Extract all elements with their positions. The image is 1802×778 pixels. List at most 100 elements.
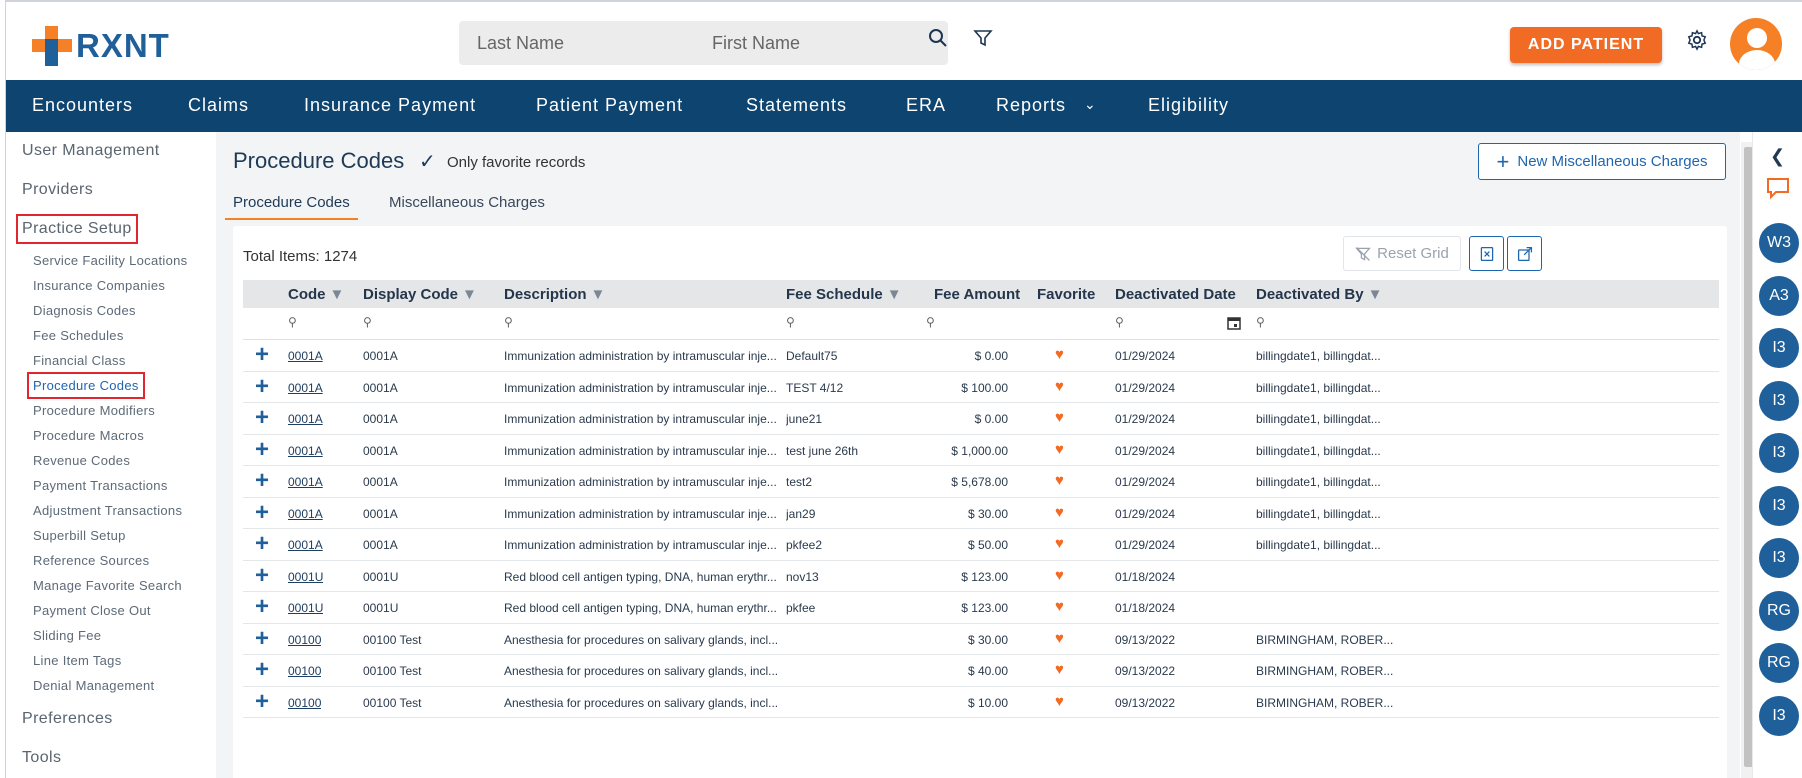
sidebar-user-management[interactable]: User Management xyxy=(22,142,160,160)
filter-search-icon[interactable]: ⚲ xyxy=(786,315,795,329)
heart-icon[interactable]: ♥ xyxy=(1055,472,1064,489)
heart-icon[interactable]: ♥ xyxy=(1055,630,1064,647)
sidebar-providers[interactable]: Providers xyxy=(22,181,93,199)
expand-row-icon[interactable]: + xyxy=(255,658,269,682)
user-avatar[interactable] xyxy=(1730,18,1782,70)
table-row[interactable]: +0001A 0001A Immunization administration b… xyxy=(243,529,1719,561)
rail-user-badge[interactable]: I3 xyxy=(1759,328,1799,368)
heart-icon[interactable]: ♥ xyxy=(1055,504,1064,521)
first-name-input[interactable] xyxy=(694,21,948,65)
sidebar-item-adjustment-transactions[interactable]: Adjustment Transactions xyxy=(33,503,182,518)
filter-search-icon[interactable]: ⚲ xyxy=(504,315,513,329)
sidebar-item-fee-schedules[interactable]: Fee Schedules xyxy=(33,328,124,343)
table-row[interactable]: +0001A 0001A Immunization administration b… xyxy=(243,372,1719,403)
rail-user-badge[interactable]: A3 xyxy=(1759,275,1799,316)
col-fee-amount[interactable]: Fee Amount xyxy=(934,286,1020,303)
add-patient-button[interactable]: ADD PATIENT xyxy=(1510,27,1662,63)
column-filter-icon[interactable]: ▼ xyxy=(887,286,902,303)
export-excel-button[interactable] xyxy=(1469,236,1504,271)
calendar-icon[interactable] xyxy=(1227,316,1241,333)
cell-code[interactable]: 0001A xyxy=(288,349,323,363)
column-filter-icon[interactable]: ▼ xyxy=(462,286,477,303)
col-favorite[interactable]: Favorite xyxy=(1037,286,1095,303)
table-row[interactable]: +00100 00100 Test Anesthesia for procedure… xyxy=(243,624,1719,655)
column-filter-icon[interactable]: ▼ xyxy=(1368,286,1383,303)
checkmark-icon[interactable]: ✓ xyxy=(419,149,436,174)
sidebar-tools[interactable]: Tools xyxy=(22,749,61,767)
heart-icon[interactable]: ♥ xyxy=(1055,661,1064,678)
sidebar-item-procedure-macros[interactable]: Procedure Macros xyxy=(33,428,144,443)
expand-row-icon[interactable]: + xyxy=(255,374,269,399)
rail-user-badge[interactable]: I3 xyxy=(1759,380,1799,421)
sidebar-item-insurance-companies[interactable]: Insurance Companies xyxy=(33,278,165,293)
heart-icon[interactable]: ♥ xyxy=(1055,378,1064,395)
chevron-left-icon[interactable]: ❮ xyxy=(1770,146,1785,167)
col-deactivated-by[interactable]: Deactivated By ▼ xyxy=(1256,286,1382,303)
sidebar-item-sliding-fee[interactable]: Sliding Fee xyxy=(33,628,101,643)
rail-user-badge[interactable]: I3 xyxy=(1759,433,1799,473)
filter-search-icon[interactable]: ⚲ xyxy=(1115,315,1124,329)
column-filter-icon[interactable]: ▼ xyxy=(591,286,606,303)
rail-user-badge[interactable]: W3 xyxy=(1759,223,1799,263)
rail-user-badge[interactable]: RG xyxy=(1759,590,1799,631)
column-filter-icon[interactable]: ▼ xyxy=(330,286,345,303)
col-display-code[interactable]: Display Code ▼ xyxy=(363,286,477,303)
nav-eligibility[interactable]: Eligibility xyxy=(1148,95,1229,116)
table-row[interactable]: +0001A 0001A Immunization administration b… xyxy=(243,466,1719,498)
new-miscellaneous-charges-button[interactable]: + New Miscellaneous Charges xyxy=(1478,143,1726,180)
nav-era[interactable]: ERA xyxy=(906,95,946,116)
nav-reports[interactable]: Reports xyxy=(996,95,1066,116)
nav-patient-payment[interactable]: Patient Payment xyxy=(536,95,683,116)
gear-icon[interactable] xyxy=(1684,27,1710,53)
cell-code[interactable]: 0001U xyxy=(288,570,323,584)
heart-icon[interactable]: ♥ xyxy=(1055,598,1064,615)
rail-user-badge[interactable]: I3 xyxy=(1759,695,1799,736)
sidebar-item-payment-transactions[interactable]: Payment Transactions xyxy=(33,478,168,493)
cell-code[interactable]: 00100 xyxy=(288,696,321,710)
heart-icon[interactable]: ♥ xyxy=(1055,441,1064,458)
heart-icon[interactable]: ♥ xyxy=(1055,346,1064,363)
table-row[interactable]: +0001U 0001U Red blood cell antigen typing… xyxy=(243,592,1719,624)
sidebar-item-payment-close-out[interactable]: Payment Close Out xyxy=(33,603,151,618)
expand-row-icon[interactable]: + xyxy=(255,500,269,525)
col-description[interactable]: Description ▼ xyxy=(504,286,605,303)
nav-claims[interactable]: Claims xyxy=(188,95,249,116)
rxnt-logo[interactable]: RXNT xyxy=(32,24,192,68)
sidebar-item-procedure-codes[interactable]: Procedure Codes xyxy=(27,372,145,399)
cell-code[interactable]: 0001A xyxy=(288,538,323,552)
tab-miscellaneous-charges[interactable]: Miscellaneous Charges xyxy=(389,194,545,218)
table-row[interactable]: +00100 00100 Test Anesthesia for procedure… xyxy=(243,687,1719,718)
sidebar-item-manage-favorite-search[interactable]: Manage Favorite Search xyxy=(33,578,182,593)
chat-icon[interactable] xyxy=(1765,176,1791,207)
filter-search-icon[interactable]: ⚲ xyxy=(1256,315,1265,329)
search-icon[interactable] xyxy=(925,25,951,51)
filter-icon[interactable] xyxy=(970,25,996,51)
nav-encounters[interactable]: Encounters xyxy=(32,95,133,116)
expand-row-icon[interactable]: + xyxy=(255,563,269,588)
export-button[interactable] xyxy=(1507,236,1542,271)
sidebar-item-procedure-modifiers[interactable]: Procedure Modifiers xyxy=(33,403,155,418)
cell-code[interactable]: 0001U xyxy=(288,601,323,615)
heart-icon[interactable]: ♥ xyxy=(1055,535,1064,552)
expand-row-icon[interactable]: + xyxy=(255,595,269,619)
filter-search-icon[interactable]: ⚲ xyxy=(363,315,372,329)
expand-row-icon[interactable]: + xyxy=(255,626,269,651)
table-row[interactable]: +00100 00100 Test Anesthesia for procedure… xyxy=(243,655,1719,687)
table-row[interactable]: +0001A 0001A Immunization administration b… xyxy=(243,435,1719,466)
expand-row-icon[interactable]: + xyxy=(255,689,269,714)
sidebar-item-financial-class[interactable]: Financial Class xyxy=(33,353,126,368)
sidebar-item-line-item-tags[interactable]: Line Item Tags xyxy=(33,653,122,668)
expand-row-icon[interactable]: + xyxy=(255,469,269,493)
table-row[interactable]: +0001A 0001A Immunization administration b… xyxy=(243,340,1719,372)
table-row[interactable]: +0001U 0001U Red blood cell antigen typing… xyxy=(243,561,1719,592)
cell-code[interactable]: 0001A xyxy=(288,444,323,458)
sidebar-item-revenue-codes[interactable]: Revenue Codes xyxy=(33,453,130,468)
sidebar-item-service-facility-locations[interactable]: Service Facility Locations xyxy=(33,253,187,268)
expand-row-icon[interactable]: + xyxy=(255,406,269,430)
filter-search-icon[interactable]: ⚲ xyxy=(926,315,935,329)
expand-row-icon[interactable]: + xyxy=(255,437,269,462)
heart-icon[interactable]: ♥ xyxy=(1055,567,1064,584)
heart-icon[interactable]: ♥ xyxy=(1055,409,1064,426)
nav-statements[interactable]: Statements xyxy=(746,95,847,116)
table-row[interactable]: +0001A 0001A Immunization administration b… xyxy=(243,498,1719,529)
